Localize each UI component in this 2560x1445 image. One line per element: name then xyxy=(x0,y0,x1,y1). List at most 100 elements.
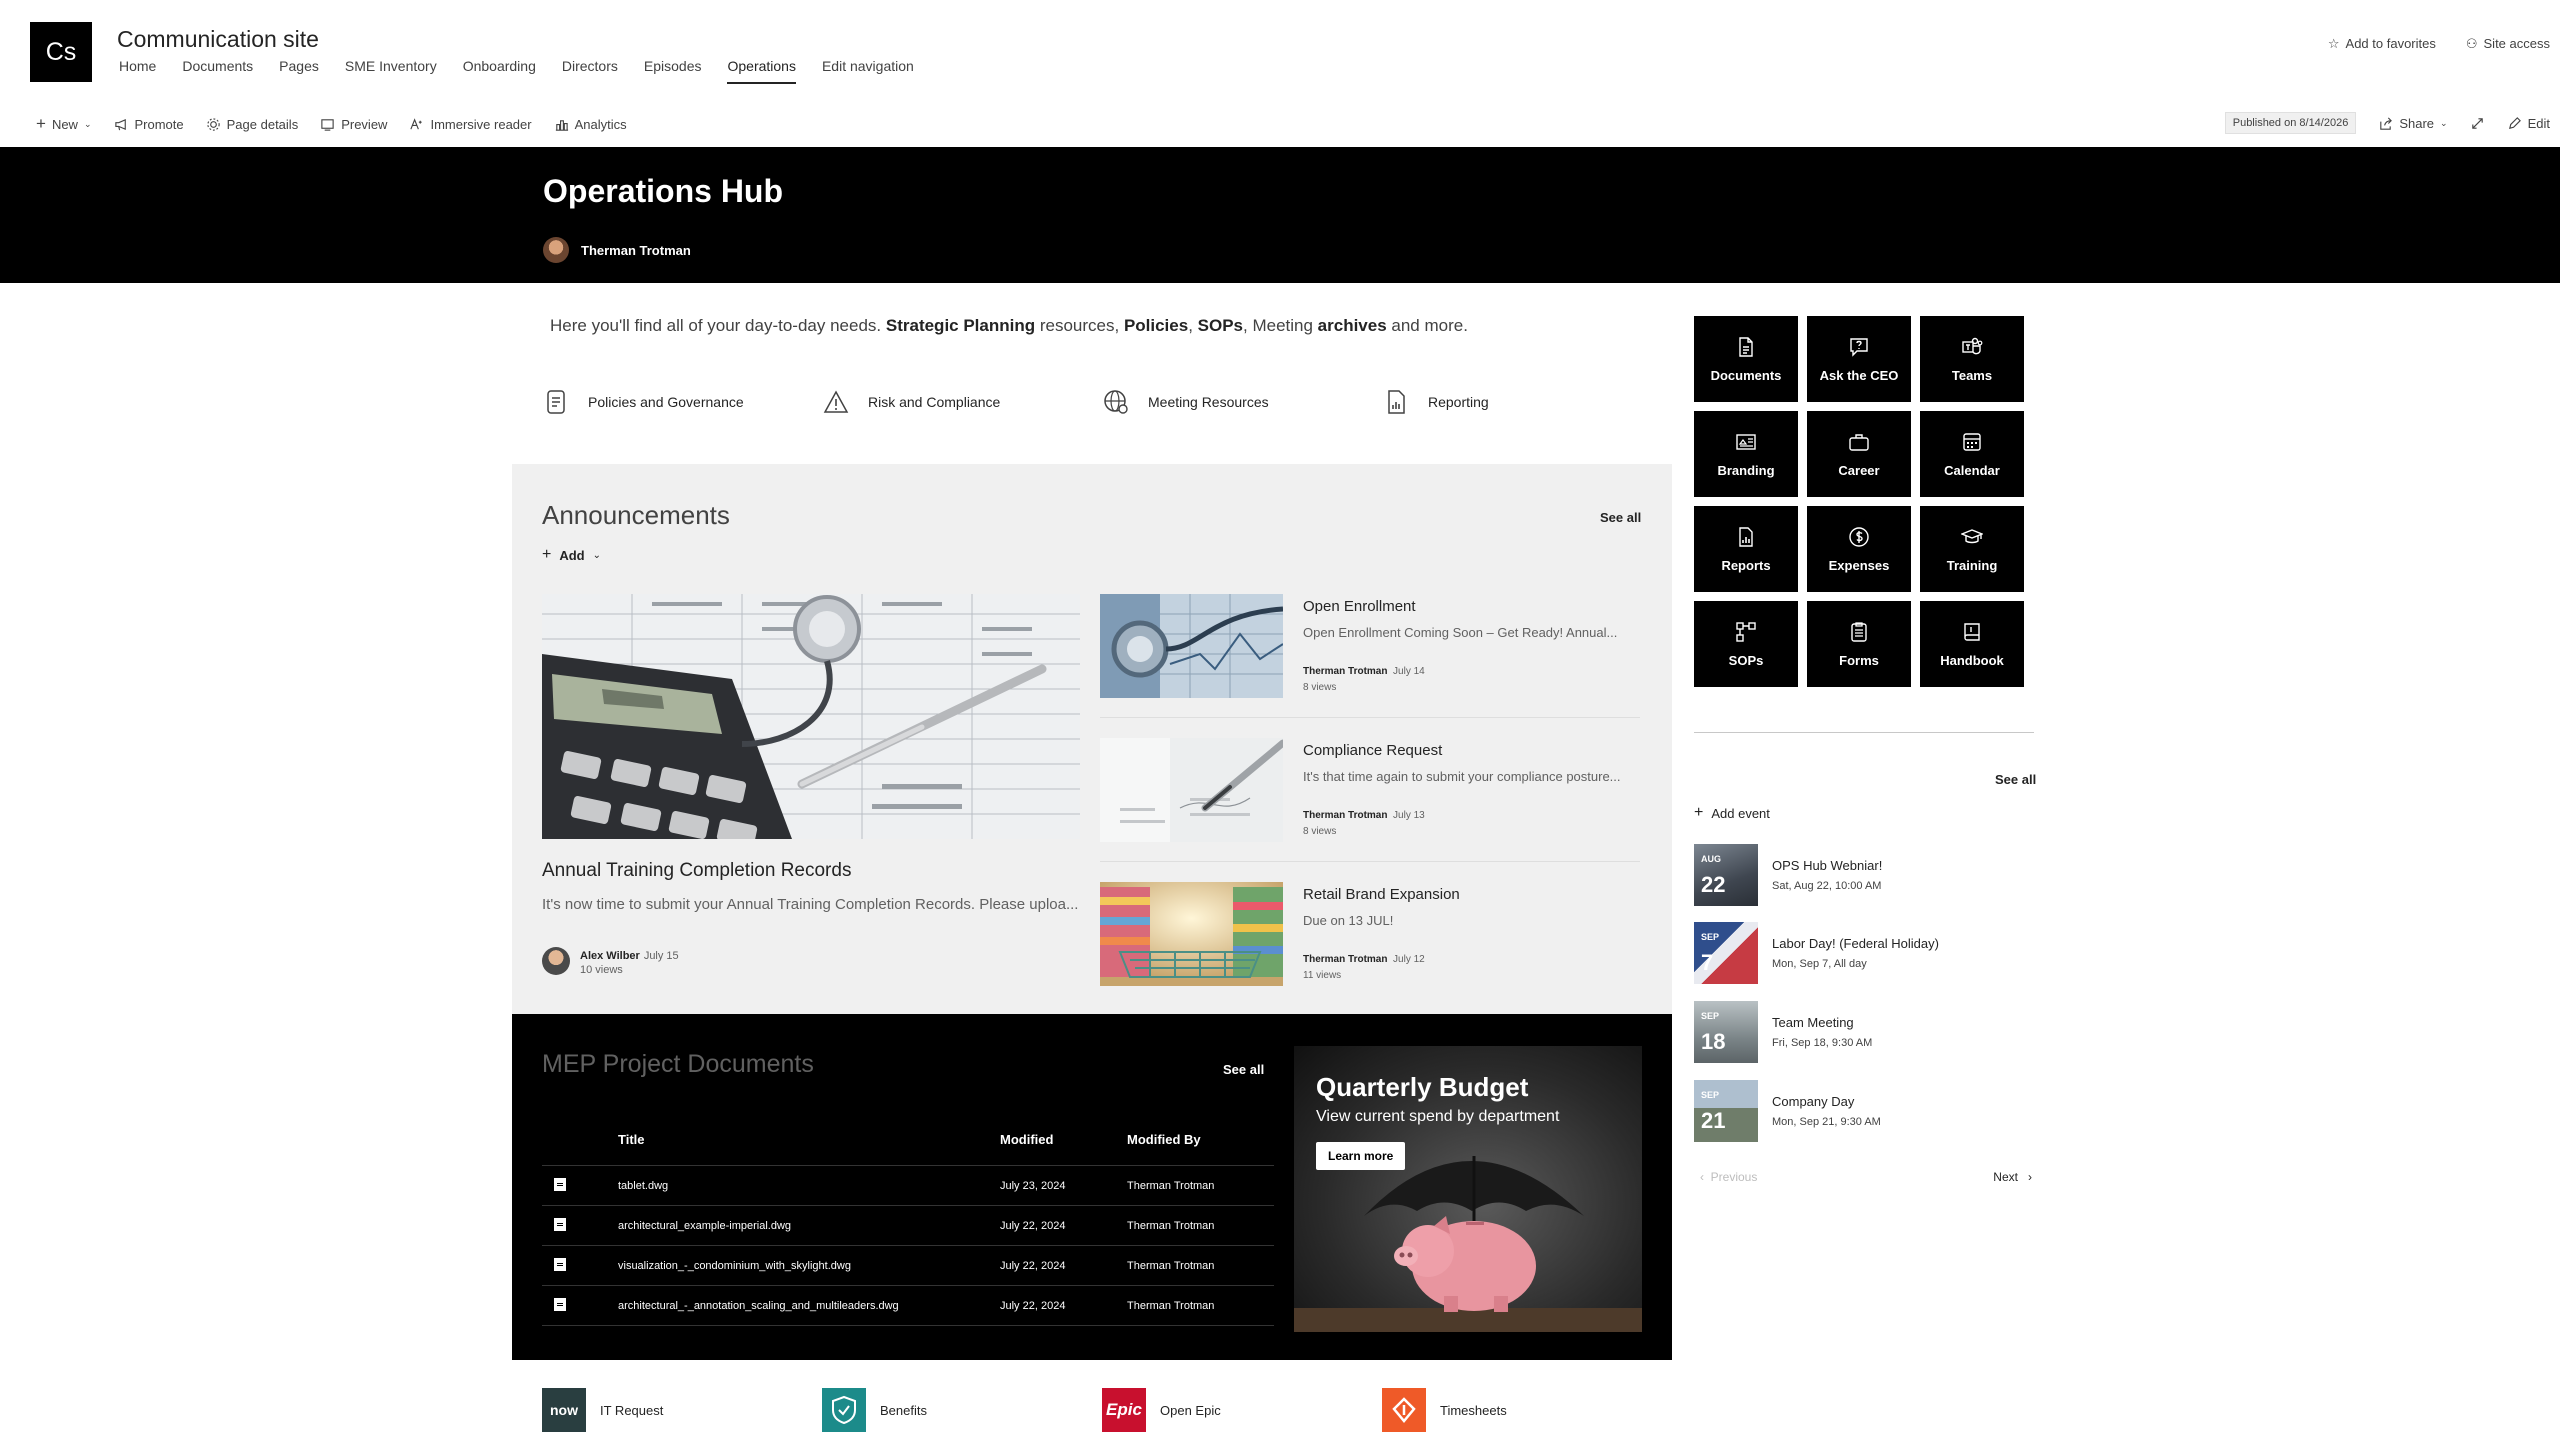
nav-onboarding[interactable]: Onboarding xyxy=(463,58,536,84)
events-see-all-link[interactable]: See all xyxy=(1995,772,2036,787)
immersive-reader-button[interactable]: Immersive reader xyxy=(409,117,532,132)
tile-training[interactable]: Training xyxy=(1920,506,2024,592)
tile-calendar[interactable]: Calendar xyxy=(1920,411,2024,497)
document-title[interactable]: visualization_-_condominium_with_skyligh… xyxy=(618,1260,851,1272)
edit-button[interactable]: Edit xyxy=(2507,116,2550,131)
event-time: Mon, Sep 7, All day xyxy=(1772,958,1867,970)
document-title[interactable]: architectural_-_annotation_scaling_and_m… xyxy=(618,1300,899,1312)
tile-expenses[interactable]: Expenses xyxy=(1807,506,1911,592)
app-link-open-epic[interactable]: Epic Open Epic xyxy=(1102,1388,1382,1432)
nav-directors[interactable]: Directors xyxy=(562,58,618,84)
table-row[interactable]: architectural_-_annotation_scaling_and_m… xyxy=(542,1286,1274,1326)
nav-documents[interactable]: Documents xyxy=(182,58,253,84)
author-name[interactable]: Therman Trotman xyxy=(1303,810,1387,821)
news-title[interactable]: Retail Brand Expansion xyxy=(1303,886,1460,903)
table-row[interactable]: architectural_example-imperial.dwg July … xyxy=(542,1206,1274,1246)
tile-ask-the-ceo[interactable]: Ask the CEO xyxy=(1807,316,1911,402)
chevron-left-icon: ‹ xyxy=(1700,1170,1704,1184)
share-button[interactable]: Share ⌄ xyxy=(2378,116,2448,131)
nav-edit-navigation[interactable]: Edit navigation xyxy=(822,58,914,84)
preview-button[interactable]: Preview xyxy=(320,117,387,132)
news-item-compliance-request[interactable]: Compliance Request It's that time again … xyxy=(1100,738,1640,868)
nav-pages[interactable]: Pages xyxy=(279,58,319,84)
tile-teams[interactable]: Teams xyxy=(1920,316,2024,402)
featured-news-title[interactable]: Annual Training Completion Records xyxy=(542,860,851,882)
document-title[interactable]: tablet.dwg xyxy=(618,1180,668,1192)
add-announcement-button[interactable]: + Add ⌄ xyxy=(542,546,601,564)
globe-icon xyxy=(1104,390,1128,414)
event-title[interactable]: Company Day xyxy=(1772,1094,1854,1109)
app-link-timesheets[interactable]: Timesheets xyxy=(1382,1388,1662,1432)
tile-reports[interactable]: Reports xyxy=(1694,506,1798,592)
column-header-modified-by[interactable]: Modified By xyxy=(1127,1132,1201,1147)
announcements-see-all-link[interactable]: See all xyxy=(1600,510,1641,525)
event-item[interactable]: SEP 18 Team Meeting Fri, Sep 18, 9:30 AM xyxy=(1694,1001,2034,1067)
book-icon xyxy=(1964,622,1980,641)
author-name[interactable]: Alex Wilber xyxy=(580,950,640,962)
page-author[interactable]: Therman Trotman xyxy=(543,237,691,263)
tile-label: Forms xyxy=(1839,652,1879,668)
nav-operations[interactable]: Operations xyxy=(727,58,796,84)
previous-button[interactable]: ‹ Previous xyxy=(1700,1170,1757,1184)
featured-news-image[interactable] xyxy=(542,594,1080,839)
next-button[interactable]: Next › xyxy=(1993,1170,2032,1184)
news-item-retail-brand-expansion[interactable]: Retail Brand Expansion Due on 13 JUL! Th… xyxy=(1100,882,1640,1012)
avatar xyxy=(542,947,570,975)
quick-link-risk-and-compliance[interactable]: Risk and Compliance xyxy=(822,388,1102,416)
nav-sme-inventory[interactable]: SME Inventory xyxy=(345,58,437,84)
quick-link-reporting[interactable]: Reporting xyxy=(1382,388,1662,416)
column-header-modified[interactable]: Modified xyxy=(1000,1132,1053,1147)
event-title[interactable]: Team Meeting xyxy=(1772,1015,1854,1030)
nav-episodes[interactable]: Episodes xyxy=(644,58,702,84)
new-button[interactable]: + New ⌄ xyxy=(36,114,92,134)
promote-button[interactable]: Promote xyxy=(114,117,184,132)
column-header-title[interactable]: Title xyxy=(618,1132,645,1147)
tile-forms[interactable]: Forms xyxy=(1807,601,1911,687)
event-item[interactable]: AUG 22 OPS Hub Webniar! Sat, Aug 22, 10:… xyxy=(1694,844,2034,910)
event-date-thumbnail: SEP 18 xyxy=(1694,1001,1758,1063)
nav-home[interactable]: Home xyxy=(119,58,156,84)
site-title[interactable]: Communication site xyxy=(117,26,319,53)
page-details-button[interactable]: Page details xyxy=(206,117,298,132)
pencil-icon xyxy=(2508,116,2521,129)
add-to-favorites-button[interactable]: ☆ Add to favorites xyxy=(2328,36,2436,52)
event-title[interactable]: Labor Day! (Federal Holiday) xyxy=(1772,936,1939,951)
chevron-right-icon: › xyxy=(2028,1170,2032,1184)
add-event-button[interactable]: + Add event xyxy=(1694,804,1770,822)
document-modified: July 22, 2024 xyxy=(1000,1300,1066,1312)
document-title[interactable]: architectural_example-imperial.dwg xyxy=(618,1220,791,1232)
event-item[interactable]: SEP 7 Labor Day! (Federal Holiday) Mon, … xyxy=(1694,922,2034,988)
tile-handbook[interactable]: Handbook xyxy=(1920,601,2024,687)
event-item[interactable]: SEP 21 Company Day Mon, Sep 21, 9:30 AM xyxy=(1694,1080,2034,1146)
quarterly-budget-hero[interactable]: Quarterly Budget View current spend by d… xyxy=(1294,1046,1642,1332)
intro-text-part: , xyxy=(1188,316,1198,335)
epic-icon: Epic xyxy=(1102,1388,1146,1432)
post-date: July 15 xyxy=(643,950,679,962)
quick-link-policies-and-governance[interactable]: Policies and Governance xyxy=(542,388,822,416)
view-count: 8 views xyxy=(1303,682,1337,693)
tile-branding[interactable]: Branding xyxy=(1694,411,1798,497)
site-access-button[interactable]: ⚇ Site access xyxy=(2466,36,2550,52)
graduation-cap-icon xyxy=(1961,528,1983,543)
analytics-button[interactable]: Analytics xyxy=(554,117,627,132)
expand-button[interactable] xyxy=(2470,116,2485,131)
table-row[interactable]: tablet.dwg July 23, 2024 Therman Trotman xyxy=(542,1166,1274,1206)
table-row[interactable]: visualization_-_condominium_with_skyligh… xyxy=(542,1246,1274,1286)
chevron-down-icon: ⌄ xyxy=(83,118,92,129)
event-title[interactable]: OPS Hub Webniar! xyxy=(1772,858,1882,873)
tile-career[interactable]: Career xyxy=(1807,411,1911,497)
tile-documents[interactable]: Documents xyxy=(1694,316,1798,402)
app-link-it-request[interactable]: now IT Request xyxy=(542,1388,822,1432)
site-logo[interactable]: Cs xyxy=(30,22,92,82)
app-link-benefits[interactable]: Benefits xyxy=(822,1388,1102,1432)
news-title[interactable]: Compliance Request xyxy=(1303,742,1442,759)
news-item-open-enrollment[interactable]: Open Enrollment Open Enrollment Coming S… xyxy=(1100,594,1640,724)
author-name[interactable]: Therman Trotman xyxy=(1303,666,1387,677)
news-title[interactable]: Open Enrollment xyxy=(1303,598,1416,615)
star-icon: ☆ xyxy=(2327,36,2340,51)
tile-sops[interactable]: SOPs xyxy=(1694,601,1798,687)
learn-more-button[interactable]: Learn more xyxy=(1316,1142,1406,1170)
quick-link-meeting-resources[interactable]: Meeting Resources xyxy=(1102,388,1382,416)
mep-see-all-link[interactable]: See all xyxy=(1223,1062,1264,1077)
author-name[interactable]: Therman Trotman xyxy=(1303,954,1387,965)
